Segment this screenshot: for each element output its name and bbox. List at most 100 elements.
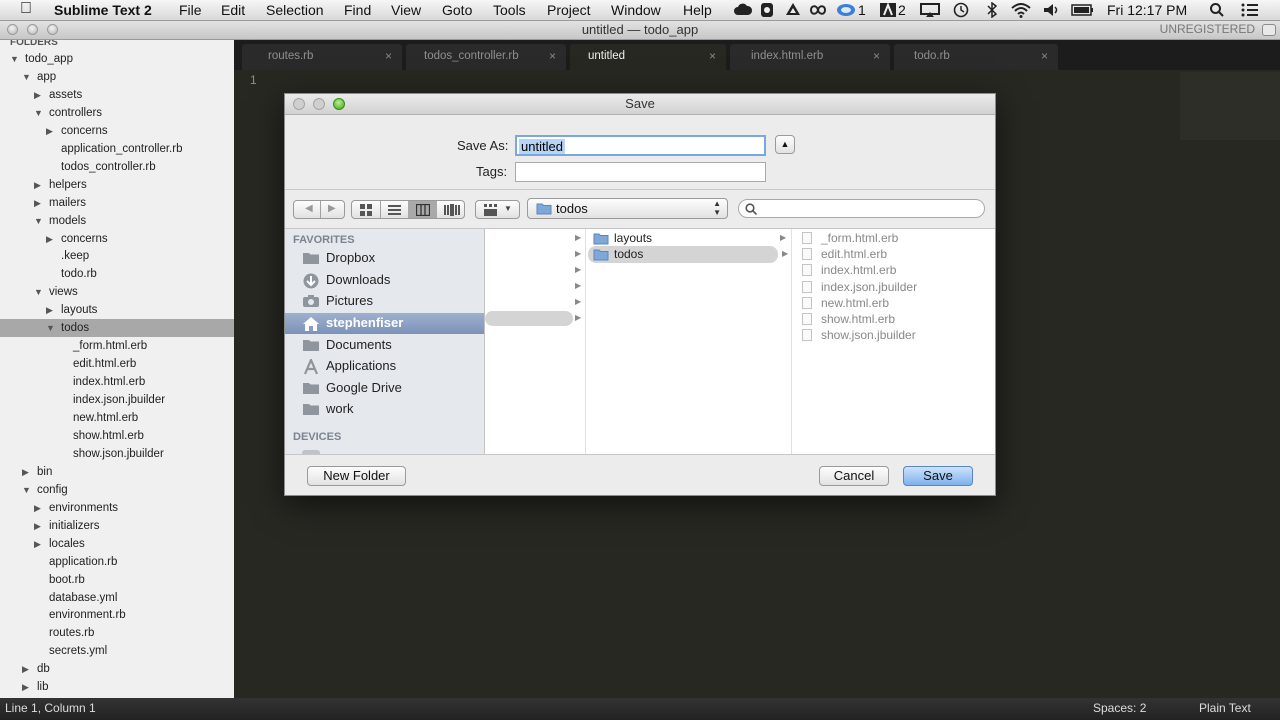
device-item[interactable]: [285, 445, 484, 454]
favorite-documents[interactable]: Documents: [285, 335, 484, 356]
sidebar-item[interactable]: ▶ locales: [0, 535, 234, 553]
sidebar-item[interactable]: ▶ environments: [0, 499, 234, 517]
sidebar-item[interactable]: ▼ todo_app: [0, 50, 234, 68]
menu-goto[interactable]: Goto: [442, 2, 472, 18]
spotlight-search-icon[interactable]: [1209, 2, 1225, 18]
tab-todo-rb[interactable]: todo.rb ×: [894, 44, 1058, 70]
sidebar-item[interactable]: ▼ controllers: [0, 104, 234, 122]
favorite-pictures[interactable]: Pictures: [285, 291, 484, 312]
menu-help[interactable]: Help: [683, 2, 712, 18]
file-item[interactable]: index.html.erb: [800, 262, 990, 279]
sidebar-item[interactable]: todos_controller.rb: [0, 158, 234, 176]
wifi-icon[interactable]: [1010, 2, 1032, 18]
column-view-icon[interactable]: [408, 201, 437, 218]
sidebar-item[interactable]: application_controller.rb: [0, 140, 234, 158]
cover-flow-view-icon[interactable]: [444, 204, 460, 216]
sidebar-item[interactable]: index.html.erb: [0, 373, 234, 391]
location-popup[interactable]: todos ▲ ▼: [527, 198, 728, 219]
sidebar-item[interactable]: _form.html.erb: [0, 337, 234, 355]
disclosure-collapsed-icon[interactable]: ▶: [46, 122, 53, 140]
file-item[interactable]: show.json.jbuilder: [800, 327, 990, 344]
infinity-icon[interactable]: [808, 2, 828, 18]
back-forward-buttons[interactable]: ◀ ▶: [293, 200, 345, 219]
menu-view[interactable]: View: [391, 2, 421, 18]
favorite-google-drive[interactable]: Google Drive: [285, 378, 484, 399]
sidebar-item[interactable]: ▶ layouts: [0, 301, 234, 319]
favorite-applications[interactable]: Applications: [285, 356, 484, 377]
minimap[interactable]: [1180, 72, 1280, 140]
sidebar-item[interactable]: ▶ assets: [0, 86, 234, 104]
new-folder-button[interactable]: New Folder: [307, 466, 406, 486]
disclosure-collapsed-icon[interactable]: ▶: [22, 463, 29, 481]
file-item[interactable]: show.html.erb: [800, 311, 990, 328]
sidebar-item[interactable]: ▼ views: [0, 283, 234, 301]
cancel-button[interactable]: Cancel: [819, 466, 889, 486]
sidebar-item[interactable]: ▼ todos: [0, 319, 234, 338]
airplay-icon[interactable]: [920, 2, 940, 18]
syntax-setting[interactable]: Plain Text: [1199, 701, 1251, 715]
tab-index-html-erb[interactable]: index.html.erb ×: [730, 44, 890, 70]
sidebar-item[interactable]: new.html.erb: [0, 409, 234, 427]
sidebar-item[interactable]: index.json.jbuilder: [0, 391, 234, 409]
notification-center-icon[interactable]: [1241, 2, 1259, 18]
disclosure-collapsed-icon[interactable]: ▶: [34, 535, 41, 553]
tab-close-icon[interactable]: ×: [385, 49, 392, 63]
disclosure-expanded-icon[interactable]: ▼: [10, 50, 19, 68]
disclosure-expanded-icon[interactable]: ▼: [22, 68, 31, 86]
menu-window[interactable]: Window: [611, 2, 661, 18]
sidebar-item[interactable]: boot.rb: [0, 571, 234, 589]
back-arrow-icon[interactable]: ◀: [305, 203, 313, 214]
disclosure-collapsed-icon[interactable]: ▶: [34, 86, 41, 104]
favorite-work[interactable]: work: [285, 399, 484, 420]
sidebar-item[interactable]: ▶ db: [0, 660, 234, 678]
sync-icon[interactable]: [836, 2, 856, 18]
tab-close-icon[interactable]: ×: [549, 49, 556, 63]
file-item[interactable]: new.html.erb: [800, 295, 990, 312]
fullscreen-button[interactable]: [1262, 24, 1276, 36]
disclosure-collapsed-icon[interactable]: ▶: [34, 499, 41, 517]
sidebar-item[interactable]: ▶ lib: [0, 678, 234, 696]
time-machine-icon[interactable]: [953, 2, 969, 18]
file-item[interactable]: edit.html.erb: [800, 246, 990, 263]
cloud-icon[interactable]: [733, 2, 753, 18]
sidebar-item[interactable]: show.json.jbuilder: [0, 445, 234, 463]
menu-file[interactable]: File: [179, 2, 202, 18]
bluetooth-icon[interactable]: [986, 2, 998, 18]
evernote-icon[interactable]: [760, 2, 774, 18]
disclosure-collapsed-icon[interactable]: ▶: [34, 517, 41, 535]
sidebar-item[interactable]: ▼ config: [0, 481, 234, 499]
collapse-dialog-button[interactable]: ▲: [775, 135, 795, 154]
menu-selection[interactable]: Selection: [266, 2, 324, 18]
disclosure-collapsed-icon[interactable]: ▶: [22, 678, 29, 696]
column-1-selected-row[interactable]: [485, 311, 573, 326]
disclosure-collapsed-icon[interactable]: ▶: [34, 194, 41, 212]
list-view-icon[interactable]: [388, 204, 401, 216]
column-item-layouts[interactable]: layouts ▶: [590, 230, 786, 247]
menu-find[interactable]: Find: [344, 2, 371, 18]
battery-icon[interactable]: [1071, 2, 1095, 18]
indentation-setting[interactable]: Spaces: 2: [1093, 701, 1146, 715]
menu-app-name[interactable]: Sublime Text 2: [54, 2, 152, 18]
disclosure-expanded-icon[interactable]: ▼: [34, 104, 43, 122]
file-item[interactable]: _form.html.erb: [800, 230, 990, 247]
adobe-icon[interactable]: [880, 2, 896, 18]
save-as-input[interactable]: untitled: [515, 135, 766, 156]
tab-close-icon[interactable]: ×: [873, 49, 880, 63]
google-drive-icon[interactable]: [785, 2, 801, 18]
icon-view-icon[interactable]: [360, 204, 373, 216]
sidebar-item[interactable]: edit.html.erb: [0, 355, 234, 373]
sidebar-item[interactable]: database.yml: [0, 589, 234, 607]
sidebar-item[interactable]: ▼ models: [0, 212, 234, 230]
disclosure-collapsed-icon[interactable]: ▶: [46, 230, 53, 248]
tab-close-icon[interactable]: ×: [1041, 49, 1048, 63]
sidebar-item[interactable]: ▶ bin: [0, 463, 234, 481]
favorite-downloads[interactable]: Downloads: [285, 270, 484, 291]
menu-tools[interactable]: Tools: [493, 2, 526, 18]
disclosure-collapsed-icon[interactable]: ▶: [46, 301, 53, 319]
disclosure-collapsed-icon[interactable]: ▶: [22, 660, 29, 678]
tab-close-icon[interactable]: ×: [709, 49, 716, 63]
arrange-button[interactable]: ▼: [475, 200, 520, 219]
apple-menu-icon[interactable]: : [20, 0, 32, 18]
sidebar-item[interactable]: ▼ app: [0, 68, 234, 86]
tab-routes-rb[interactable]: routes.rb ×: [242, 44, 402, 70]
